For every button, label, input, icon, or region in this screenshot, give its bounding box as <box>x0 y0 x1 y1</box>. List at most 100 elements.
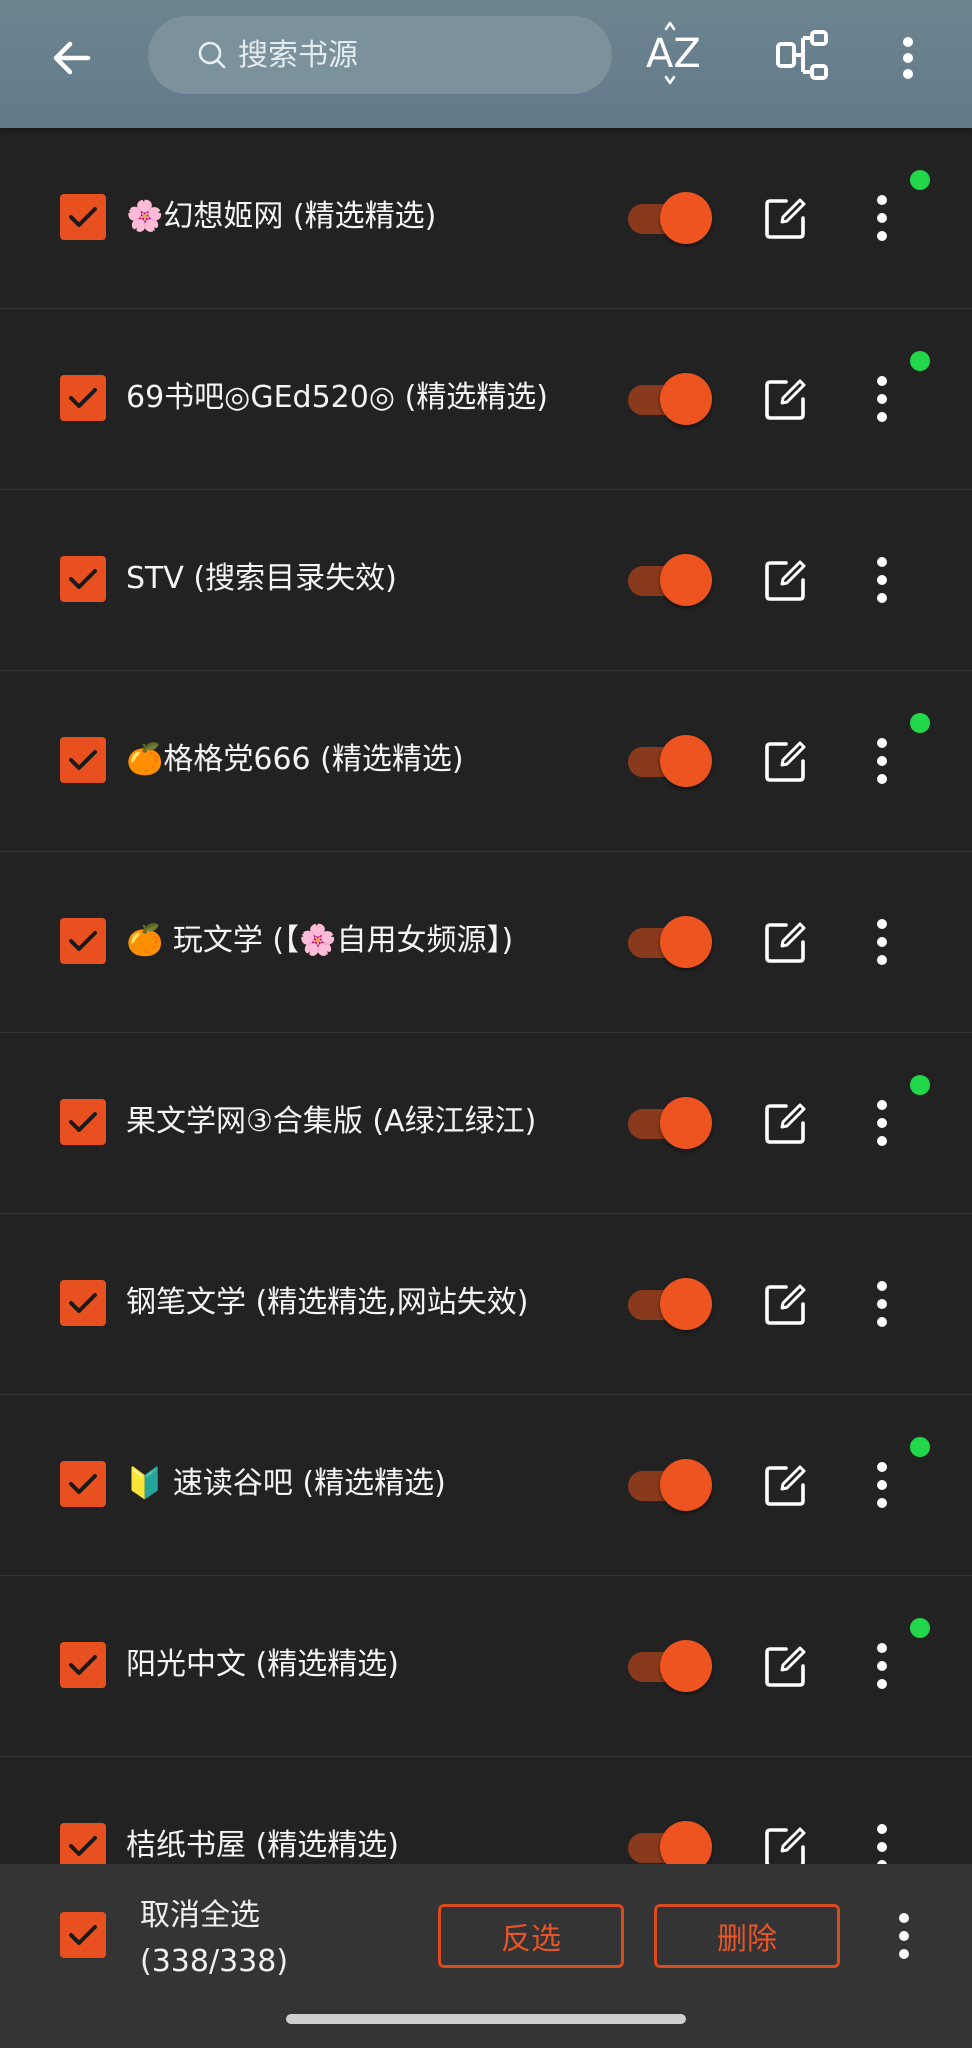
source-enable-switch[interactable] <box>628 916 716 968</box>
selection-count: (338/338) <box>140 1944 289 1979</box>
source-checkbox[interactable] <box>60 1642 106 1688</box>
source-row-9[interactable]: 阳光中文 (精选精选) <box>0 1576 972 1757</box>
edit-source-button[interactable] <box>762 196 808 242</box>
source-enable-switch[interactable] <box>628 1459 716 1511</box>
source-enable-switch[interactable] <box>628 373 716 425</box>
edit-source-button[interactable] <box>762 1644 808 1690</box>
source-checkbox[interactable] <box>60 1280 106 1326</box>
source-enable-switch[interactable] <box>628 735 716 787</box>
status-dot <box>910 713 930 733</box>
search-field[interactable] <box>148 16 612 94</box>
source-checkbox[interactable] <box>60 1099 106 1145</box>
switch-thumb <box>660 1640 712 1692</box>
edit-source-button[interactable] <box>762 739 808 785</box>
edit-icon <box>765 560 806 601</box>
source-more-button[interactable] <box>866 916 898 968</box>
source-name: STV (搜索目录失效) <box>126 556 397 602</box>
source-more-button[interactable] <box>866 373 898 425</box>
source-name: 🌸幻想姬网 (精选精选) <box>126 194 436 240</box>
more-vertical-icon <box>877 1462 887 1508</box>
invert-selection-button[interactable]: 反选 <box>438 1904 624 1968</box>
source-more-button[interactable] <box>866 1459 898 1511</box>
source-name: 🔰 速读谷吧 (精选精选) <box>126 1461 446 1507</box>
bottom-action-bar: 取消全选 (338/338) 反选 删除 <box>0 1864 972 2048</box>
source-checkbox[interactable] <box>60 1461 106 1507</box>
sort-az-button[interactable]: AZ <box>640 18 712 94</box>
select-all-checkbox[interactable] <box>60 1912 106 1958</box>
more-vertical-icon <box>903 37 913 79</box>
source-name-text: 69书吧◎GEd520◎ (精选精选) <box>126 380 548 415</box>
source-row-8[interactable]: 🔰 速读谷吧 (精选精选) <box>0 1395 972 1576</box>
source-name: 阳光中文 (精选精选) <box>126 1642 399 1688</box>
source-more-button[interactable] <box>866 1097 898 1149</box>
bottom-more-button[interactable] <box>888 1908 920 1964</box>
hierarchy-icon <box>776 30 828 80</box>
source-row-6[interactable]: 果文学网③合集版 (A绿江绿江) <box>0 1033 972 1214</box>
source-more-button[interactable] <box>866 735 898 787</box>
source-checkbox[interactable] <box>60 737 106 783</box>
source-checkbox[interactable] <box>60 194 106 240</box>
source-more-button[interactable] <box>866 192 898 244</box>
source-checkbox[interactable] <box>60 918 106 964</box>
source-checkbox[interactable] <box>60 375 106 421</box>
home-indicator[interactable] <box>286 2014 686 2024</box>
group-button[interactable] <box>766 18 838 94</box>
edit-source-button[interactable] <box>762 920 808 966</box>
edit-source-button[interactable] <box>762 1463 808 1509</box>
check-icon <box>69 931 97 951</box>
edit-source-button[interactable] <box>762 1101 808 1147</box>
source-row-1[interactable]: 🌸幻想姬网 (精选精选) <box>0 128 972 309</box>
source-more-button[interactable] <box>866 1640 898 1692</box>
source-checkbox[interactable] <box>60 556 106 602</box>
switch-thumb <box>660 554 712 606</box>
status-dot <box>910 1075 930 1095</box>
source-name: 🍊格格党666 (精选精选) <box>126 737 464 783</box>
status-dot <box>910 1618 930 1638</box>
source-enable-switch[interactable] <box>628 1640 716 1692</box>
source-name-text: 玩文学 (【🌸自用女频源】) <box>163 923 514 958</box>
source-checkbox[interactable] <box>60 1823 106 1869</box>
edit-icon <box>765 1284 806 1325</box>
source-name-text: 阳光中文 (精选精选) <box>126 1647 399 1682</box>
check-icon <box>69 207 97 227</box>
edit-source-button[interactable] <box>762 1282 808 1328</box>
more-vertical-icon <box>877 1100 887 1146</box>
sort-az-icon: AZ <box>646 21 701 85</box>
edit-icon <box>765 198 806 239</box>
source-row-3[interactable]: STV (搜索目录失效) <box>0 490 972 671</box>
switch-thumb <box>660 1459 712 1511</box>
source-row-2[interactable]: 69书吧◎GEd520◎ (精选精选) <box>0 309 972 490</box>
check-icon <box>69 388 97 408</box>
status-dot <box>910 1437 930 1457</box>
source-more-button[interactable] <box>866 1278 898 1330</box>
source-name-text: 果文学网③合集版 (A绿江绿江) <box>126 1104 537 1139</box>
source-row-7[interactable]: 钢笔文学 (精选精选,网站失效) <box>0 1214 972 1395</box>
delete-button[interactable]: 删除 <box>654 1904 840 1968</box>
edit-source-button[interactable] <box>762 558 808 604</box>
edit-icon <box>765 741 806 782</box>
check-icon <box>69 569 97 589</box>
source-enable-switch[interactable] <box>628 554 716 606</box>
book-source-list: 🌸幻想姬网 (精选精选) 69书吧◎GEd520◎ (精选精选) STV (搜索… <box>0 128 972 1938</box>
check-icon <box>69 1293 97 1313</box>
source-more-button[interactable] <box>866 554 898 606</box>
overflow-menu-button[interactable] <box>880 22 936 94</box>
deselect-all-label[interactable]: 取消全选 <box>140 1894 260 1938</box>
source-name: 桔纸书屋 (精选精选) <box>126 1823 399 1869</box>
check-icon <box>69 1836 97 1856</box>
source-enable-switch[interactable] <box>628 192 716 244</box>
search-input[interactable] <box>236 36 580 74</box>
switch-thumb <box>660 916 712 968</box>
top-app-bar: AZ <box>0 0 972 128</box>
source-name-emoji: 🍊 <box>126 923 164 958</box>
edit-source-button[interactable] <box>762 377 808 423</box>
arrow-left-icon <box>53 41 91 75</box>
source-row-5[interactable]: 🍊 玩文学 (【🌸自用女频源】) <box>0 852 972 1033</box>
source-row-4[interactable]: 🍊格格党666 (精选精选) <box>0 671 972 852</box>
edit-icon <box>765 1103 806 1144</box>
source-enable-switch[interactable] <box>628 1097 716 1149</box>
source-enable-switch[interactable] <box>628 1278 716 1330</box>
back-button[interactable] <box>36 22 108 94</box>
check-icon <box>69 1112 97 1132</box>
switch-thumb <box>660 192 712 244</box>
